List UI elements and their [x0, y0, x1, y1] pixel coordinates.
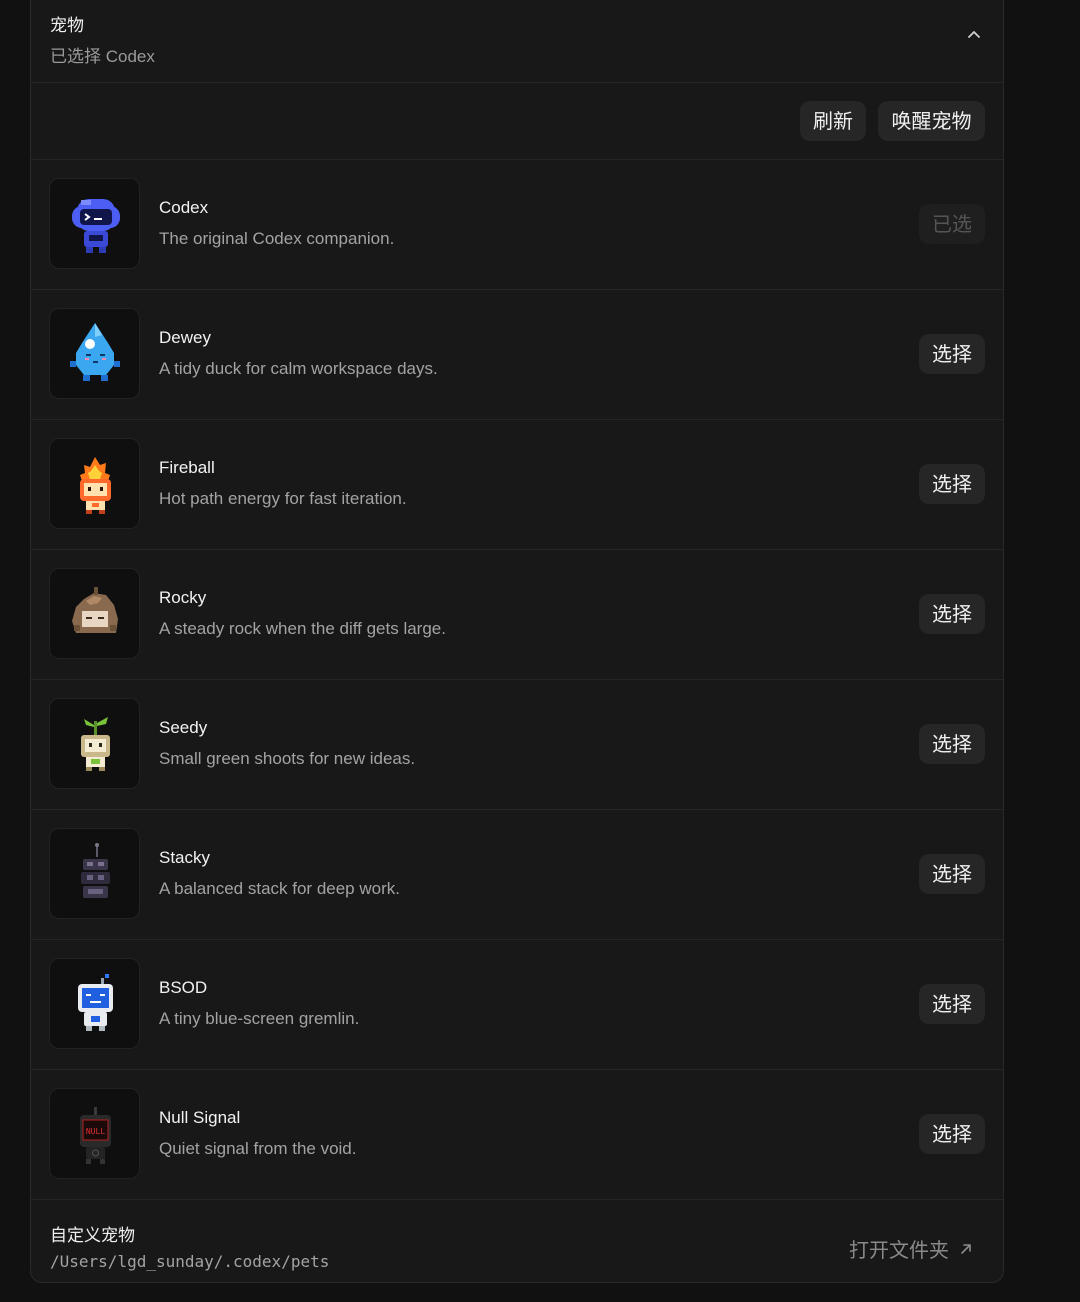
- pet-name: Null Signal: [159, 1108, 241, 1127]
- custom-pets-path: /Users/lgd_sunday/.codex/pets: [50, 1252, 330, 1271]
- pets-section-header[interactable]: 宠物 已选择 Codex: [31, 0, 1003, 83]
- codex-pet-icon: [49, 178, 140, 269]
- pet-description: A tidy duck for calm workspace days.: [159, 359, 438, 378]
- pet-description: A balanced stack for deep work.: [159, 879, 400, 898]
- pet-name: BSOD: [159, 978, 208, 997]
- water-drop-pet-icon: [49, 308, 140, 399]
- pet-description: A steady rock when the diff gets large.: [159, 619, 446, 638]
- select-button[interactable]: 选择: [919, 724, 985, 764]
- select-button[interactable]: 选择: [919, 854, 985, 894]
- pet-description: The original Codex companion.: [159, 229, 395, 248]
- section-title: 宠物: [50, 16, 84, 35]
- pet-description: A tiny blue-screen gremlin.: [159, 1009, 360, 1028]
- pet-row-fireball: Fireball Hot path energy for fast iterat…: [31, 420, 1003, 550]
- pet-description: Quiet signal from the void.: [159, 1139, 357, 1158]
- sprout-pet-icon: [49, 698, 140, 789]
- pet-row-codex: Codex The original Codex companion. 已选: [31, 160, 1003, 290]
- pet-name: Stacky: [159, 848, 211, 867]
- custom-pets-section: 自定义宠物 /Users/lgd_sunday/.codex/pets 打开文件…: [31, 1200, 1003, 1290]
- select-button[interactable]: 选择: [919, 984, 985, 1024]
- custom-pets-title: 自定义宠物: [50, 1226, 135, 1245]
- pet-name: Fireball: [159, 458, 215, 477]
- chevron-up-icon[interactable]: [965, 26, 983, 44]
- external-link-arrow-icon: [961, 1243, 971, 1254]
- select-button[interactable]: 选择: [919, 594, 985, 634]
- pets-toolbar: 刷新 唤醒宠物: [31, 83, 1003, 160]
- pet-name: Rocky: [159, 588, 207, 607]
- select-button[interactable]: 选择: [919, 334, 985, 374]
- refresh-button[interactable]: 刷新: [800, 101, 866, 141]
- pets-panel: 宠物 已选择 Codex 刷新 唤醒宠物 Codex The original …: [30, 0, 1004, 1283]
- open-folder-label: 打开文件夹: [849, 1238, 949, 1262]
- selected-pet-status: 已选择 Codex: [50, 47, 155, 66]
- pet-row-null-signal: NULL Null Signal Quiet signal from the v…: [31, 1070, 1003, 1200]
- open-folder-button[interactable]: 打开文件夹: [849, 1234, 973, 1263]
- selected-button: 已选: [919, 204, 985, 244]
- pet-description: Hot path energy for fast iteration.: [159, 489, 407, 508]
- rock-pet-icon: [49, 568, 140, 659]
- select-button[interactable]: 选择: [919, 464, 985, 504]
- pet-row-stacky: Stacky A balanced stack for deep work. 选…: [31, 810, 1003, 940]
- null-label: NULL: [86, 1127, 105, 1136]
- pet-description: Small green shoots for new ideas.: [159, 749, 416, 768]
- select-button[interactable]: 选择: [919, 1114, 985, 1154]
- pet-row-seedy: Seedy Small green shoots for new ideas. …: [31, 680, 1003, 810]
- null-signal-pet-icon: NULL: [49, 1088, 140, 1179]
- pet-row-bsod: BSOD A tiny blue-screen gremlin. 选择: [31, 940, 1003, 1070]
- flame-pet-icon: [49, 438, 140, 529]
- wake-pet-button[interactable]: 唤醒宠物: [878, 101, 985, 141]
- pet-name: Seedy: [159, 718, 208, 737]
- pet-name: Dewey: [159, 328, 211, 347]
- stack-pet-icon: [49, 828, 140, 919]
- pet-row-dewey: Dewey A tidy duck for calm workspace day…: [31, 290, 1003, 420]
- pet-row-rocky: Rocky A steady rock when the diff gets l…: [31, 550, 1003, 680]
- blue-screen-pet-icon: [49, 958, 140, 1049]
- pet-name: Codex: [159, 198, 209, 217]
